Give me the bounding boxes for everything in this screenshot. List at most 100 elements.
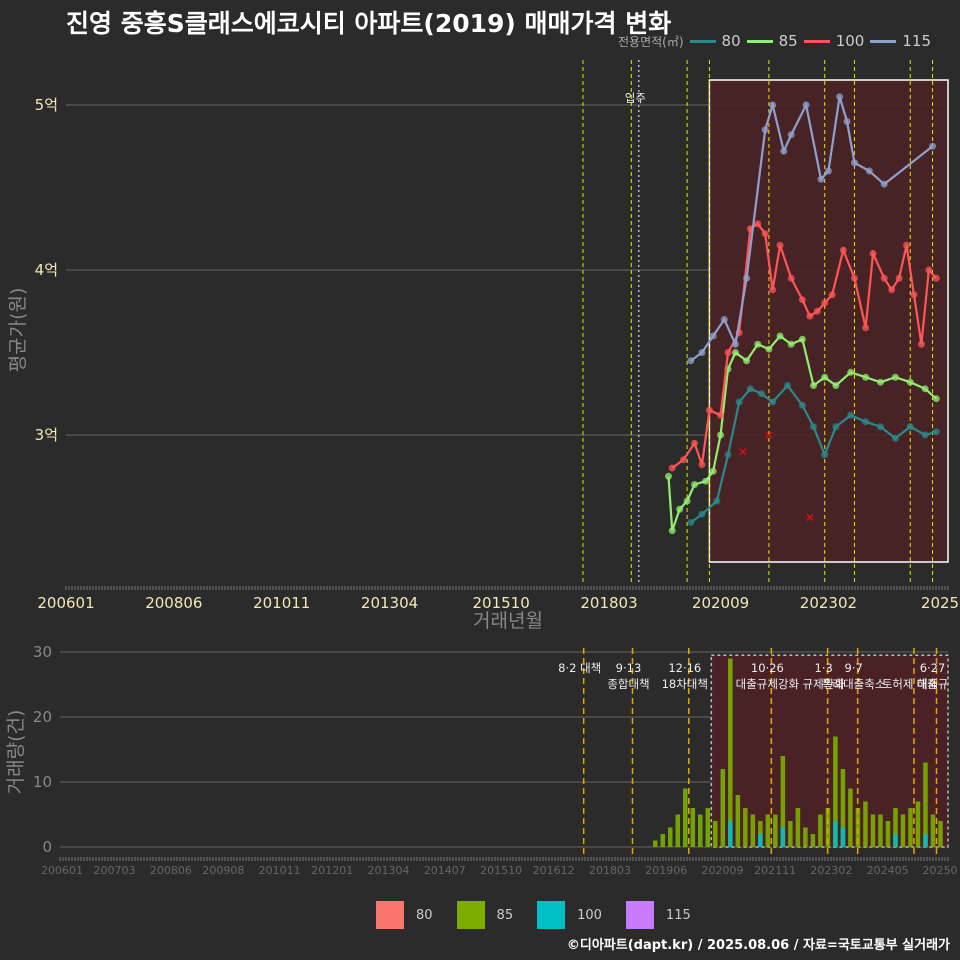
x2-tick-label: 201011 — [259, 864, 301, 877]
bar-85 — [743, 808, 748, 847]
bar-85 — [675, 814, 681, 847]
data-point-85 — [754, 340, 762, 348]
data-point-80 — [784, 382, 792, 389]
policy-annotation: 8·2 대책 — [558, 661, 601, 675]
movein-label: 입주 — [625, 91, 646, 105]
x2-tick-label: 201304 — [368, 864, 410, 877]
data-point-85 — [891, 373, 899, 381]
data-point-100 — [888, 286, 896, 294]
data-point-115 — [780, 147, 788, 155]
bar-85 — [878, 814, 883, 847]
data-point-115 — [743, 274, 751, 282]
credit-text: ©디아파트(dapt.kr) / 2025.08.06 / 자료=국토교통부 실… — [566, 938, 950, 953]
data-point-100 — [910, 291, 918, 299]
legend-bottom-85: 85 — [456, 901, 513, 929]
bar-85 — [803, 827, 808, 847]
y2-axis-title: 거래량(건) — [5, 710, 27, 795]
bar-85 — [915, 801, 921, 847]
bar-100 — [728, 821, 733, 847]
data-point-100 — [798, 296, 806, 304]
data-point-80 — [862, 418, 870, 426]
x-tick-label: 202302 — [800, 594, 857, 612]
bar-85 — [930, 814, 936, 847]
data-point-100 — [679, 456, 687, 464]
data-point-100 — [705, 406, 713, 414]
data-point-100 — [769, 286, 777, 294]
bar-85 — [908, 808, 913, 847]
bar-100 — [780, 827, 786, 847]
x-tick-label: 202009 — [692, 594, 749, 612]
data-point-100 — [754, 220, 762, 228]
highlight-region — [709, 80, 948, 562]
policy-annotation: 9·13 — [616, 661, 642, 675]
data-point-85 — [709, 467, 717, 475]
data-point-85 — [731, 349, 739, 356]
data-point-100 — [850, 274, 858, 282]
bar-85 — [668, 827, 673, 847]
policy-annotation: 9·7 — [845, 661, 863, 675]
data-point-80 — [810, 423, 818, 431]
data-point-100 — [917, 340, 925, 348]
bar-85 — [750, 814, 756, 847]
policy-annotation: 종합대책 — [607, 677, 649, 691]
y2-tick-label: 0 — [42, 838, 52, 856]
bar-85 — [810, 834, 816, 847]
data-point-115 — [880, 180, 888, 188]
data-point-85 — [668, 527, 676, 535]
policy-annotation: 18차대책 — [662, 677, 708, 691]
y2-tick-label: 30 — [33, 643, 52, 661]
data-point-100 — [932, 274, 940, 282]
x2-tick-label: 200806 — [150, 864, 192, 877]
data-point-100 — [895, 274, 903, 282]
data-point-115 — [850, 159, 858, 167]
data-point-100 — [880, 274, 888, 282]
data-point-115 — [769, 101, 777, 109]
bar-85 — [773, 814, 778, 847]
data-point-85 — [821, 373, 829, 381]
x2-tick-label: 200601 — [41, 864, 83, 877]
data-point-85 — [932, 395, 940, 403]
x2-tick-label: 200703 — [94, 864, 136, 877]
bar-85 — [705, 808, 711, 847]
data-point-100 — [787, 274, 795, 282]
data-point-100 — [717, 411, 725, 419]
data-point-85 — [743, 357, 751, 365]
data-point-115 — [698, 349, 706, 356]
data-point-115 — [731, 340, 739, 348]
data-point-115 — [761, 126, 769, 134]
y2-tick-label: 10 — [33, 773, 52, 791]
policy-annotation: 12·16 — [668, 661, 701, 675]
bar-85 — [728, 658, 733, 847]
x2-tick-label: 20250 — [923, 864, 958, 877]
data-point-85 — [765, 345, 773, 353]
legend-bottom-115: 115 — [625, 901, 691, 929]
bar-85 — [885, 821, 891, 847]
legend-bottom-80: 80 — [376, 901, 433, 929]
data-point-100 — [776, 241, 784, 249]
data-point-85 — [906, 378, 914, 386]
data-point-100 — [903, 241, 911, 249]
data-point-85 — [810, 382, 818, 389]
data-point-115 — [709, 332, 717, 340]
y-axis-title: 평균가(원) — [7, 288, 29, 373]
bar-85 — [690, 808, 696, 847]
x2-tick-label: 201407 — [424, 864, 466, 877]
y-tick-label: 4억 — [35, 261, 58, 279]
data-point-115 — [824, 167, 832, 175]
data-point-85 — [847, 368, 855, 376]
x2-tick-label: 202302 — [810, 864, 852, 877]
data-point-100 — [862, 324, 870, 332]
x-axis-title: 거래년월 — [473, 610, 543, 632]
x2-tick-label: 201201 — [311, 864, 353, 877]
policy-annotation: 대출규제강화 — [736, 677, 800, 691]
bar-85 — [938, 821, 943, 847]
data-point-85 — [776, 332, 784, 340]
x2-tick-label: 201612 — [533, 864, 575, 877]
data-point-100 — [806, 312, 814, 320]
data-point-80 — [891, 434, 899, 442]
data-point-85 — [683, 497, 691, 505]
x2-tick-label: 202405 — [867, 864, 909, 877]
data-point-115 — [802, 101, 810, 109]
x-tick-label: 201011 — [253, 594, 310, 612]
bar-100 — [923, 834, 928, 847]
